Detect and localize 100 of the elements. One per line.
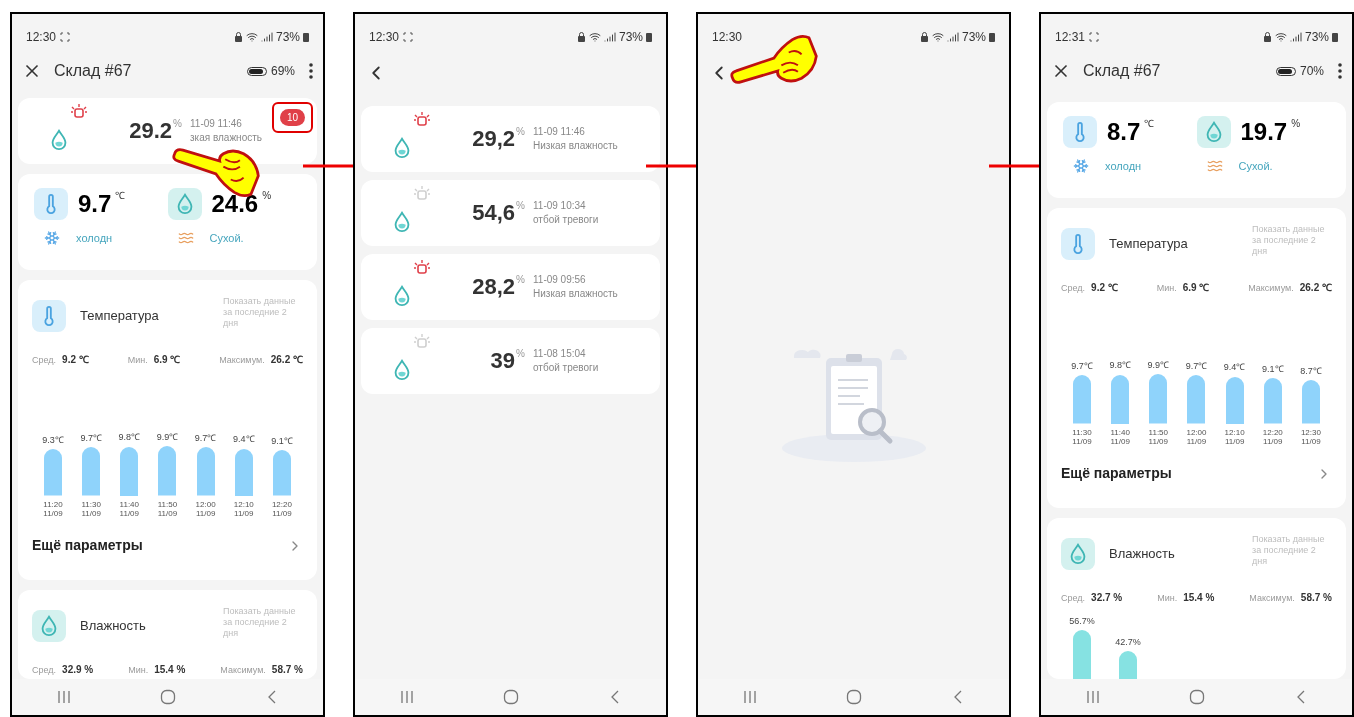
bar-value-label: 9.8℃ bbox=[118, 431, 141, 444]
chart-bar bbox=[272, 450, 291, 496]
bar-value-label: 9.4℃ bbox=[233, 433, 255, 446]
device-title: Склад #67 bbox=[54, 61, 132, 81]
nav-home-icon[interactable] bbox=[503, 689, 520, 705]
bar-value-label: 42.7% bbox=[1115, 635, 1141, 649]
reading-value: 19.7 bbox=[1240, 120, 1288, 144]
alert-time: 11-09 11:46 bbox=[533, 125, 586, 139]
status-time: 12:31 bbox=[1055, 29, 1086, 46]
chart-bar bbox=[1225, 376, 1244, 424]
nav-recents-icon[interactable] bbox=[1085, 690, 1100, 704]
stat-value: 58.7 % bbox=[271, 663, 303, 677]
chart-bar bbox=[1111, 374, 1130, 424]
unit-label: % bbox=[1291, 117, 1301, 131]
stat-value: 58.7 % bbox=[1300, 591, 1332, 605]
bar-value-label: 9.7℃ bbox=[1185, 359, 1208, 373]
stat-label: Мин. bbox=[128, 664, 149, 677]
bar-value-label: 9.1℃ bbox=[271, 434, 293, 448]
water-drop-icon bbox=[1196, 116, 1231, 148]
bar-category-label: 11:50 11/09 bbox=[1147, 427, 1170, 446]
stat-value: 9.2 ℃ bbox=[1091, 281, 1118, 295]
thermometer-icon bbox=[34, 188, 68, 220]
bar-category-label: 11:30 11/09 bbox=[80, 499, 102, 518]
bar-category-label: 11:50 11/09 bbox=[156, 499, 179, 518]
more-parameters-link[interactable]: Ещё параметры bbox=[32, 517, 303, 574]
battery-icon bbox=[246, 66, 267, 76]
nav-home-icon[interactable] bbox=[160, 689, 177, 705]
chart-bar bbox=[158, 446, 177, 496]
card-title: Влажность bbox=[1109, 545, 1175, 564]
unit-label: % bbox=[262, 189, 272, 203]
alert-message: зкая влажность bbox=[190, 131, 262, 145]
lock-icon bbox=[919, 32, 929, 42]
alert-value: 29,2 bbox=[472, 128, 516, 150]
bar-category-label: 12:00 11/09 bbox=[194, 499, 217, 518]
bar-category-label: 12:00 11/09 bbox=[1185, 427, 1208, 446]
more-menu-button[interactable] bbox=[309, 63, 313, 79]
bar-value-label: 9.9℃ bbox=[1147, 358, 1170, 372]
nav-home-icon[interactable] bbox=[846, 689, 863, 705]
bar-value-label: 9.7℃ bbox=[80, 431, 102, 445]
stat-label: Сред. bbox=[1061, 282, 1086, 295]
chart-bar bbox=[120, 446, 139, 496]
unit-label: ℃ bbox=[1144, 117, 1155, 131]
bar-value-label: 9.7℃ bbox=[1071, 359, 1093, 373]
count-badge: 10 bbox=[279, 109, 305, 126]
battery-icon bbox=[646, 32, 652, 42]
screenshot-icon bbox=[60, 32, 71, 42]
screenshot-icon bbox=[403, 32, 414, 42]
unit-label: % bbox=[516, 273, 525, 287]
bar-value-label: 9.1℃ bbox=[1262, 362, 1284, 376]
device-title: Склад #67 bbox=[1083, 61, 1161, 81]
reading-value: 24.6 bbox=[211, 192, 259, 216]
alert-value: 54,6 bbox=[472, 202, 516, 224]
bar-value-label: 8.7℃ bbox=[1300, 364, 1322, 378]
stat-value: 15.4 % bbox=[154, 663, 186, 677]
thermometer-icon bbox=[1061, 228, 1095, 260]
nav-recents-icon[interactable] bbox=[56, 690, 71, 704]
more-vertical-icon bbox=[309, 63, 313, 79]
stat-label: Максимум. bbox=[219, 354, 265, 367]
nav-recents-icon[interactable] bbox=[399, 690, 414, 704]
reading-value: 9.7 bbox=[78, 192, 112, 216]
nav-home-icon[interactable] bbox=[1189, 689, 1206, 705]
chart-bar bbox=[1263, 378, 1282, 424]
bar-value-label: 9.8℃ bbox=[1109, 359, 1131, 372]
alert-value: 29.2 bbox=[129, 120, 173, 142]
more-parameters-link[interactable]: Ещё параметры bbox=[1061, 445, 1332, 502]
water-drop-icon bbox=[32, 610, 66, 642]
lock-icon bbox=[1262, 32, 1272, 42]
battery-percent: 73% bbox=[275, 29, 300, 46]
alert-time: 11-09 09:56 bbox=[533, 273, 587, 287]
more-vertical-icon bbox=[1338, 63, 1342, 79]
stat-label: Сред. bbox=[32, 664, 57, 677]
thermometer-icon bbox=[32, 300, 66, 332]
reading-value: 8.7 bbox=[1107, 120, 1141, 144]
stat-label: Мин. bbox=[1156, 282, 1177, 295]
more-menu-button[interactable] bbox=[1338, 63, 1342, 79]
status-time: 12:30 bbox=[369, 29, 400, 46]
unit-label: % bbox=[516, 125, 525, 139]
bar-value-label: 9.3℃ bbox=[42, 433, 64, 447]
alert-message: отбой тревоги bbox=[533, 213, 599, 227]
battery-percent: 73% bbox=[618, 29, 643, 46]
bar-category-label: 12:10 11/09 bbox=[232, 499, 255, 518]
chart-bar bbox=[82, 447, 101, 496]
alert-time: 11-09 10:34 bbox=[533, 199, 587, 213]
stat-value: 26.2 ℃ bbox=[1299, 281, 1332, 295]
battery-icon bbox=[1275, 66, 1296, 76]
chart-bar bbox=[1301, 380, 1320, 424]
unit-label: % bbox=[173, 117, 182, 131]
unit-label: % bbox=[516, 199, 525, 213]
stat-label: Максимум. bbox=[1248, 282, 1294, 295]
bar-value-label: 56.7% bbox=[1069, 614, 1095, 628]
card-title: Температура bbox=[1109, 235, 1188, 254]
bar-value-label: 9.4℃ bbox=[1223, 361, 1246, 374]
bar-category-label: 12:20 11/09 bbox=[1261, 427, 1284, 446]
bar-category-label: 12:20 11/09 bbox=[270, 499, 293, 518]
stat-value: 9.2 ℃ bbox=[62, 353, 89, 367]
nav-recents-icon[interactable] bbox=[742, 690, 757, 704]
bar-category-label: 11:20 11/09 bbox=[42, 499, 64, 518]
alert-time: 11-08 15:04 bbox=[533, 347, 587, 361]
lock-icon bbox=[576, 32, 586, 42]
bar-category-label: 11:40 11/09 bbox=[1109, 427, 1131, 446]
